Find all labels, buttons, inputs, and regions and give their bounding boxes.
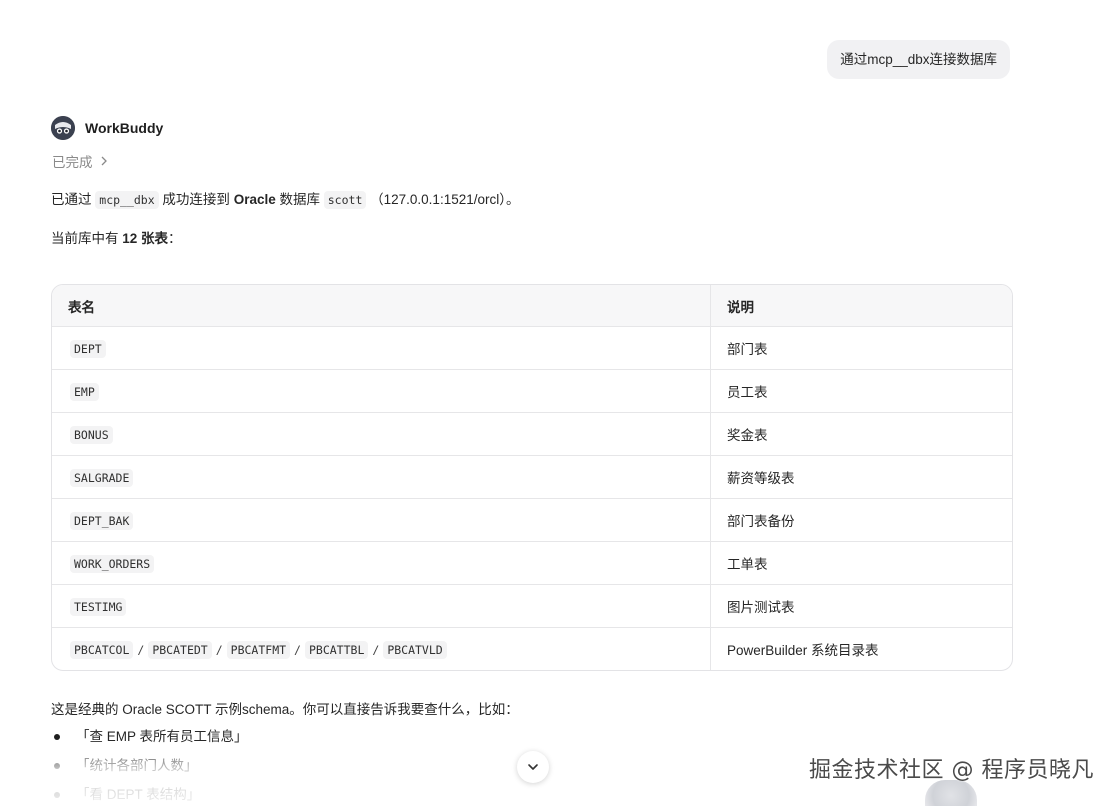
table-name-code: PBCATVLD: [383, 640, 447, 659]
name-separator: /: [372, 642, 380, 657]
table-name-code: SALGRADE: [70, 468, 134, 487]
table-name-code: EMP: [70, 382, 99, 401]
table-description: 奖金表: [710, 412, 1012, 456]
name-separator: /: [215, 642, 223, 657]
name-separator: /: [294, 642, 301, 657]
connection-middle: 成功连接到: [162, 192, 230, 207]
scroll-to-bottom-button[interactable]: [517, 751, 549, 783]
table-description: 员工表: [710, 369, 1012, 413]
schema-code: scott: [323, 191, 367, 209]
suggestion-item: 「看 DEPT 表结构」: [52, 784, 248, 806]
suggestions-intro: 这是经典的 Oracle SCOTT 示例schema。你可以直接告诉我要查什么…: [51, 702, 519, 717]
table-name-code: PBCATCOL: [70, 640, 134, 659]
agent-header: WorkBuddy: [51, 116, 163, 140]
table-description: 图片测试表: [710, 584, 1012, 628]
chevron-right-icon: [101, 156, 107, 166]
completion-status-toggle[interactable]: 已完成: [52, 151, 109, 171]
table-row: DEPT 部门表: [52, 326, 1012, 370]
tool-name-code: mcp__dbx: [95, 191, 159, 209]
table-row: PBCATCOL / PBCATEDT / PBCATFMT / PBCATTBL / PBCA…: [52, 627, 1012, 670]
table-name-code: PBCATEDT: [148, 640, 212, 659]
table-name-code: DEPT_BAK: [70, 511, 134, 530]
table-description: 薪资等级表: [710, 455, 1012, 499]
table-row: BONUS 奖金表: [52, 412, 1012, 456]
count-prefix: 当前库中有: [51, 231, 119, 246]
name-separator: /: [137, 642, 145, 657]
table-name-code: DEPT: [70, 339, 106, 358]
watermark: 掘金技术社区 @ 程序员晓凡: [809, 758, 1094, 783]
table-row: TESTIMG 图片测试表: [52, 584, 1012, 628]
user-message-bubble: 通过mcp__dbx连接数据库: [827, 40, 1010, 79]
table-description: 部门表: [710, 326, 1012, 370]
connection-message: 已通过 mcp__dbx 成功连接到 Oracle 数据库 scott （127…: [51, 188, 520, 209]
raccoon-avatar-icon: [51, 116, 75, 140]
table-row: SALGRADE 薪资等级表: [52, 455, 1012, 499]
tables-table: 表名 说明 DEPT 部门表 EMP 员工表 BONUS 奖金表 SALGRAD…: [51, 284, 1013, 671]
table-count-message: 当前库中有 12 张表：: [51, 227, 182, 247]
table-name-code: TESTIMG: [70, 597, 127, 616]
count-suffix: ：: [168, 231, 182, 246]
header-table-name: 表名: [52, 285, 711, 327]
table-count: 12 张表: [122, 231, 169, 246]
connection-prefix: 已通过: [51, 192, 92, 207]
status-label: 已完成: [52, 155, 93, 170]
agent-name: WorkBuddy: [85, 120, 164, 136]
chevron-down-icon: [528, 764, 538, 770]
table-name-code: WORK_ORDERS: [70, 554, 155, 573]
table-name-code: PBCATTBL: [304, 640, 369, 659]
table-header-row: 表名 说明: [52, 285, 1012, 327]
table-description: 工单表: [710, 541, 1012, 585]
table-name-code: BONUS: [70, 425, 113, 444]
header-description: 说明: [710, 285, 1012, 327]
connection-address: （127.0.0.1:1521/orcl）。: [370, 192, 520, 207]
table-row: WORK_ORDERS 工单表: [52, 541, 1012, 585]
db-suffix: 数据库: [279, 192, 320, 207]
suggestion-list: 「查 EMP 表所有员工信息」 「统计各部门人数」 「看 DEPT 表结构」: [52, 726, 248, 806]
table-name-code: PBCATFMT: [226, 640, 291, 659]
db-name: Oracle: [233, 192, 276, 207]
chat-page: 通过mcp__dbx连接数据库 WorkBuddy 已完成 已通过 mcp__d…: [0, 0, 1116, 806]
table-row: DEPT_BAK 部门表备份: [52, 498, 1012, 542]
table-description: 部门表备份: [710, 498, 1012, 542]
table-description: PowerBuilder 系统目录表: [727, 643, 879, 658]
suggestion-item: 「查 EMP 表所有员工信息」: [52, 726, 248, 755]
table-row: EMP 员工表: [52, 369, 1012, 413]
suggestion-item: 「统计各部门人数」: [52, 755, 248, 784]
